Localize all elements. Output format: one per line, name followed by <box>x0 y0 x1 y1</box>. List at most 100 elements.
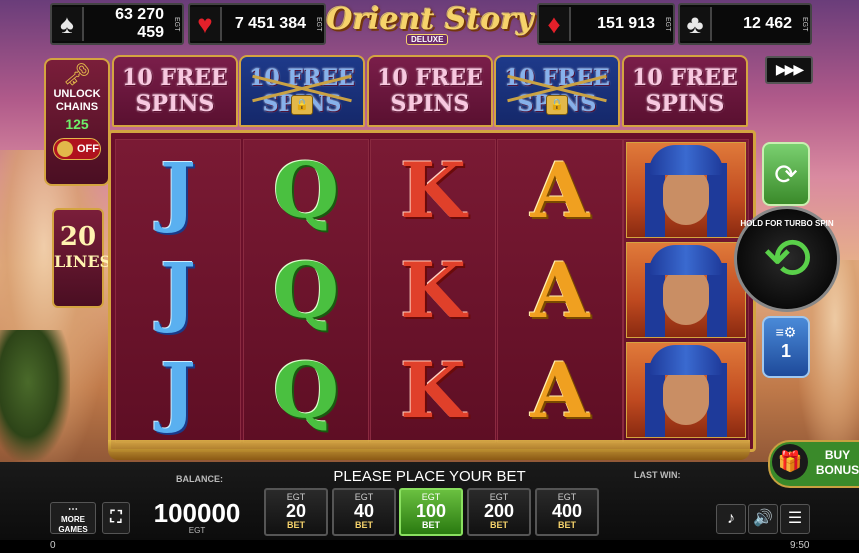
unlock-chains-panel: 🗝 UNLOCK CHAINS 125 OFF <box>44 58 110 186</box>
symbol-k: K <box>399 145 467 235</box>
free-spins-label: 10 FREE SPINS <box>122 65 228 117</box>
symbol-prince <box>624 140 748 240</box>
more-games-button[interactable]: ⋯ MORE GAMES <box>50 502 96 534</box>
balance-label: BALANCE: <box>176 474 223 484</box>
symbol-a: A <box>530 345 590 435</box>
reel-4: A A A <box>497 139 623 443</box>
more-games-label: MORE GAMES <box>58 515 88 534</box>
free-spins-tile-4: 10 FREE SPINS 🔒 <box>494 55 620 127</box>
reel-5 <box>623 139 749 443</box>
gift-icon: 🎁 <box>772 444 808 480</box>
reel-ornament <box>108 440 750 460</box>
lines-number: 20 <box>59 222 97 252</box>
spade-icon: ♠ <box>52 7 84 41</box>
balance-currency: EGT <box>188 526 206 535</box>
bet-label: BET <box>287 520 305 530</box>
game-logo: Orient Story DELUXE <box>326 0 534 46</box>
bet-value: 40 <box>353 501 375 521</box>
jackpot-value: 151 913 <box>597 15 655 32</box>
footer-bar: 0 9:50 <box>0 540 859 553</box>
padlock-icon: 🔒 <box>291 95 313 115</box>
settings-gear-icon: ≡⚙ <box>775 324 797 340</box>
symbol-prince <box>624 340 748 440</box>
gamble-count: 1 <box>780 341 791 361</box>
plant-background <box>0 330 70 460</box>
jackpot-diamond: ♦ 151 913 EGT <box>537 3 675 45</box>
bet-label: BET <box>422 520 440 530</box>
jackpot-value: 7 451 384 <box>234 15 306 32</box>
autoplay-icon: ⟳ <box>774 158 798 190</box>
heart-icon: ♥ <box>190 7 222 41</box>
menu-button[interactable]: ☰ <box>780 504 810 534</box>
free-spins-tile-1: 10 FREE SPINS <box>112 55 238 127</box>
spin-button[interactable]: HOLD FOR TURBO SPIN ⟲ <box>734 206 840 312</box>
bet-label: BET <box>558 520 576 530</box>
speaker-icon: 🔊 <box>753 510 773 527</box>
symbol-k: K <box>399 345 467 435</box>
lines-indicator: 20 LINES <box>52 208 112 308</box>
last-win-label: LAST WIN: <box>634 470 681 480</box>
autoplay-button[interactable]: ⟳ <box>762 142 810 206</box>
bet-button-40[interactable]: EGT 40 BET <box>332 488 396 536</box>
skip-button[interactable]: ▶▶▶ <box>765 56 813 84</box>
prince-portrait-icon <box>626 342 746 438</box>
bet-button-20[interactable]: EGT 20 BET <box>264 488 328 536</box>
key-icon: 🗝 <box>63 62 91 87</box>
reel-2: Q Q Q <box>243 139 369 443</box>
padlock-icon: 🔒 <box>546 95 568 115</box>
unlock-chains-count: 125 <box>65 116 89 132</box>
turbo-spin-hint: HOLD FOR TURBO SPIN <box>740 219 834 228</box>
bet-value: 400 <box>551 501 583 521</box>
unlock-chains-label: UNLOCK CHAINS <box>53 88 101 113</box>
hamburger-icon: ☰ <box>787 510 803 527</box>
jackpot-brand: EGT <box>173 16 180 32</box>
jackpot-heart: ♥ 7 451 384 EGT <box>188 3 326 45</box>
status-message: PLEASE PLACE YOUR BET <box>333 468 526 485</box>
bet-button-100[interactable]: EGT 100 BET <box>399 488 463 536</box>
spin-arrows-icon: ⟲ <box>762 226 812 291</box>
music-button[interactable]: ♪ <box>716 504 746 534</box>
prince-portrait-icon <box>626 142 746 238</box>
bet-button-200[interactable]: EGT 200 BET <box>467 488 531 536</box>
reel-1: J J J <box>115 139 241 443</box>
symbol-q: Q <box>272 345 340 435</box>
symbol-q: Q <box>272 145 340 235</box>
fullscreen-icon: ⛶ <box>110 509 122 526</box>
buy-bonus-button[interactable]: 🎁 BUY BONUS <box>768 440 859 488</box>
jackpot-brand: EGT <box>801 16 808 32</box>
fullscreen-button[interactable]: ⛶ <box>102 502 130 534</box>
logo-subtitle: DELUXE <box>406 34 449 45</box>
symbol-k: K <box>399 245 467 335</box>
free-spins-tile-3: 10 FREE SPINS <box>367 55 493 127</box>
free-spins-label: 10 FREE SPINS <box>377 65 483 117</box>
balance-value: 100000 <box>153 498 241 528</box>
unlock-chains-toggle[interactable]: OFF <box>53 138 101 160</box>
prince-portrait-icon <box>626 242 746 338</box>
bet-value: 20 <box>285 501 307 521</box>
toggle-label: OFF <box>77 143 99 155</box>
bet-value: 200 <box>483 501 515 521</box>
jackpot-spade: ♠ 63 270 459 EGT <box>50 3 184 45</box>
diamond-icon: ♦ <box>539 7 571 41</box>
club-icon: ♣ <box>680 7 712 41</box>
symbol-j: J <box>160 145 196 235</box>
reel-3: K K K <box>370 139 496 443</box>
jackpot-club: ♣ 12 462 EGT <box>678 3 812 45</box>
music-note-icon: ♪ <box>727 510 735 527</box>
free-spins-tile-5: 10 FREE SPINS <box>622 55 748 127</box>
jackpot-value: 12 462 <box>743 15 792 32</box>
menu-icon: ⋯ <box>68 504 78 515</box>
sound-button[interactable]: 🔊 <box>748 504 778 534</box>
lines-label: LINES <box>54 252 112 271</box>
reels-area[interactable]: J J J Q Q Q K K K A A A <box>108 130 756 452</box>
clock: 9:50 <box>790 540 810 551</box>
gamble-settings-button[interactable]: ≡⚙ 1 <box>762 316 810 378</box>
symbol-j: J <box>160 245 196 335</box>
symbol-prince <box>624 240 748 340</box>
jackpot-brand: EGT <box>664 16 671 32</box>
footer-left-value: 0 <box>50 540 56 551</box>
toggle-knob <box>57 141 73 157</box>
bet-label: BET <box>355 520 373 530</box>
jackpot-value: 63 270 459 <box>115 6 164 41</box>
bet-button-400[interactable]: EGT 400 BET <box>535 488 599 536</box>
